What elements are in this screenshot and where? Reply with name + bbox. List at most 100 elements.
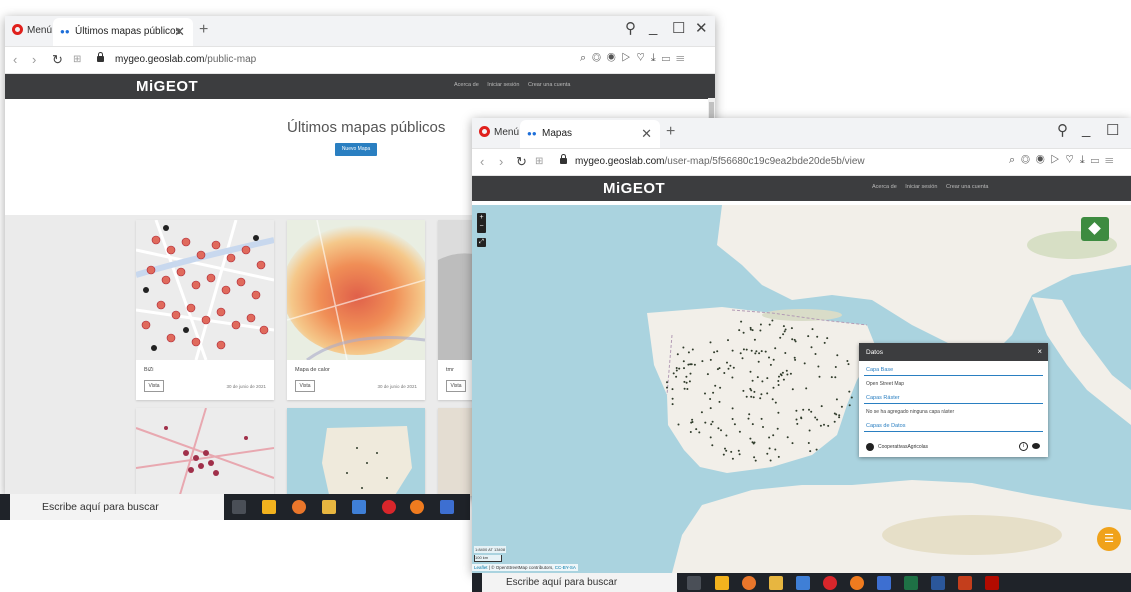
map-marker[interactable] xyxy=(776,427,779,430)
map-marker[interactable] xyxy=(724,447,726,450)
map-card[interactable] xyxy=(287,408,425,496)
map-marker[interactable] xyxy=(791,442,794,445)
menu-button[interactable]: Menú xyxy=(27,25,52,36)
view-button[interactable]: Vista xyxy=(295,380,315,392)
data-layer-row[interactable]: CooperativasAgricolas i xyxy=(866,442,1042,453)
map-marker[interactable] xyxy=(749,370,752,373)
map-marker[interactable] xyxy=(768,436,771,439)
map-marker[interactable] xyxy=(786,436,789,439)
map-viewport[interactable]: + − ⤢ Datos × Capa Base Open Street Map C… xyxy=(472,205,1131,573)
map-marker[interactable] xyxy=(751,329,754,332)
map-marker[interactable] xyxy=(794,358,797,361)
map-marker[interactable] xyxy=(678,367,681,370)
map-marker[interactable] xyxy=(817,365,820,368)
map-marker[interactable] xyxy=(772,386,775,389)
map-marker[interactable] xyxy=(838,414,841,417)
map-marker[interactable] xyxy=(695,428,698,431)
map-marker[interactable] xyxy=(691,421,694,423)
defender-icon[interactable] xyxy=(877,576,891,590)
map-marker[interactable] xyxy=(714,384,717,387)
map-marker[interactable] xyxy=(778,375,780,378)
map-marker[interactable] xyxy=(848,390,851,393)
map-marker[interactable] xyxy=(754,352,757,355)
map-marker[interactable] xyxy=(727,339,729,342)
map-marker[interactable] xyxy=(689,431,692,433)
opera-logo-icon[interactable] xyxy=(12,24,23,35)
map-marker[interactable] xyxy=(704,392,706,395)
map-marker[interactable] xyxy=(672,372,675,375)
map-marker[interactable] xyxy=(766,377,769,380)
eye-icon[interactable] xyxy=(1032,443,1040,449)
map-marker[interactable] xyxy=(693,363,696,366)
map-marker[interactable] xyxy=(691,348,694,351)
map-marker[interactable] xyxy=(835,398,838,401)
url-field[interactable]: mygeo.geoslab.com/user-map/5f56680c19c9e… xyxy=(575,156,865,167)
map-marker[interactable] xyxy=(784,328,787,331)
tab-public-maps[interactable]: ●● Últimos mapas públicos ✕ xyxy=(53,18,193,46)
map-marker[interactable] xyxy=(834,376,837,379)
map-marker[interactable] xyxy=(687,351,690,354)
close-tab-icon[interactable]: ✕ xyxy=(641,126,652,142)
map-marker[interactable] xyxy=(698,431,701,434)
map-marker[interactable] xyxy=(745,395,748,398)
word-icon[interactable] xyxy=(931,576,945,590)
map-marker[interactable] xyxy=(711,420,714,423)
map-marker[interactable] xyxy=(747,417,750,420)
reload-icon[interactable]: ↻ xyxy=(52,52,63,68)
map-marker[interactable] xyxy=(782,378,785,381)
map-marker[interactable] xyxy=(755,350,758,353)
powerpoint-icon[interactable] xyxy=(958,576,972,590)
map-marker[interactable] xyxy=(838,416,841,419)
map-card-heatmap[interactable]: Mapa de calor Vista 30 de junio de 2021 xyxy=(287,220,425,400)
map-marker[interactable] xyxy=(805,387,808,390)
map-marker[interactable] xyxy=(739,352,742,355)
map-marker[interactable] xyxy=(759,397,762,400)
map-marker[interactable] xyxy=(833,420,836,423)
map-marker[interactable] xyxy=(758,352,761,355)
reload-icon[interactable]: ↻ xyxy=(516,154,527,170)
map-marker[interactable] xyxy=(709,398,712,400)
map-marker[interactable] xyxy=(762,426,764,428)
map-marker[interactable] xyxy=(814,353,817,355)
map-marker[interactable] xyxy=(836,354,839,357)
map-marker[interactable] xyxy=(701,360,704,363)
map-marker[interactable] xyxy=(730,450,733,453)
map-marker[interactable] xyxy=(717,427,720,430)
close-window-icon[interactable]: ✕ xyxy=(695,19,708,37)
firefox-icon[interactable] xyxy=(410,500,424,514)
map-marker[interactable] xyxy=(818,375,821,378)
minimize-icon[interactable]: _ xyxy=(649,19,657,36)
map-marker[interactable] xyxy=(807,335,810,338)
map-marker[interactable] xyxy=(785,369,788,372)
map-marker[interactable] xyxy=(790,327,793,330)
task-view-icon[interactable] xyxy=(687,576,701,590)
speed-dial-icon[interactable]: ⊞ xyxy=(73,54,81,65)
map-marker[interactable] xyxy=(779,373,782,376)
map-marker[interactable] xyxy=(704,421,707,424)
map-marker[interactable] xyxy=(709,358,712,361)
fullscreen-icon[interactable]: ⤢ xyxy=(477,238,486,247)
map-marker[interactable] xyxy=(794,340,797,343)
map-marker[interactable] xyxy=(779,336,782,339)
map-marker[interactable] xyxy=(671,397,674,400)
map-marker[interactable] xyxy=(823,423,825,426)
map-marker[interactable] xyxy=(766,392,769,395)
map-marker[interactable] xyxy=(685,375,688,378)
toolbar-icons[interactable]: ⌕◎◉▷♡⤓▭☰ xyxy=(580,52,690,65)
map-marker[interactable] xyxy=(749,328,752,331)
map-marker[interactable] xyxy=(826,337,829,340)
map-marker[interactable] xyxy=(760,350,763,353)
opera-logo-icon[interactable] xyxy=(479,126,490,137)
firefox-icon[interactable] xyxy=(850,576,864,590)
map-marker[interactable] xyxy=(827,424,830,427)
map-marker[interactable] xyxy=(738,329,741,332)
map-marker[interactable] xyxy=(808,429,811,432)
map-marker[interactable] xyxy=(722,453,725,456)
map-marker[interactable] xyxy=(742,331,745,334)
map-marker[interactable] xyxy=(777,455,780,458)
map-marker[interactable] xyxy=(750,349,753,352)
opera-icon[interactable] xyxy=(382,500,396,514)
map-marker[interactable] xyxy=(768,447,771,450)
map-marker[interactable] xyxy=(754,459,757,462)
file-explorer-icon[interactable] xyxy=(769,576,783,590)
